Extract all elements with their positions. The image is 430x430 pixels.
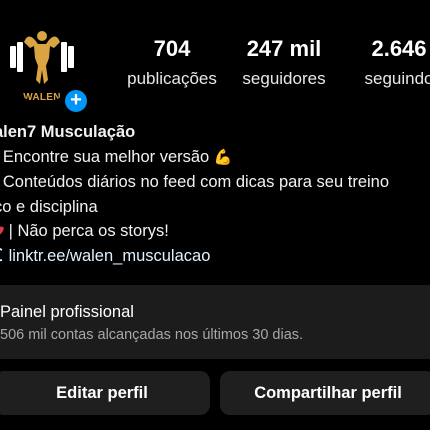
dashboard-subtitle: 506 mil contas alcançadas nos últimos 30…: [0, 327, 304, 343]
bio-line-3: co e disciplina: [0, 197, 98, 216]
bio-line-2: | Conteúdos diários no feed com dicas pa…: [0, 173, 390, 191]
posts-count: 704: [153, 36, 191, 61]
share-profile-button[interactable]: Compartilhar perfil: [220, 371, 430, 415]
following-label: seguindo: [364, 69, 430, 88]
bio-line-4: | Não perca os storys!: [0, 219, 430, 244]
profile-name: alen7 Musculação: [0, 123, 136, 141]
link-icon: [0, 247, 3, 261]
stat-followers[interactable]: 247 mil seguidores: [236, 36, 332, 90]
profile-bio: alen7 Musculação | Encontre sua melhor v…: [0, 120, 430, 268]
followers-label: seguidores: [242, 69, 326, 88]
bio-line-1-text: | Encontre sua melhor versão: [0, 147, 210, 166]
bio-link-text: linktr.ee/walen_musculacao: [8, 246, 211, 265]
flexed-biceps-icon: 💪: [213, 148, 233, 166]
following-count: 2.646: [371, 36, 427, 61]
heart-icon: [0, 226, 4, 235]
bio-link[interactable]: linktr.ee/walen_musculacao: [0, 244, 430, 269]
stat-posts[interactable]: 704 publicações: [120, 36, 224, 90]
edit-profile-button[interactable]: Editar perfil: [0, 371, 210, 415]
professional-dashboard[interactable]: Painel profissional 506 mil contas alcan…: [0, 285, 430, 359]
stat-following[interactable]: 2.646 seguindo: [354, 36, 430, 90]
plus-icon: +: [70, 89, 82, 111]
followers-count: 247 mil: [246, 36, 322, 61]
bio-line-4-text: | Não perca os storys!: [8, 222, 169, 240]
posts-label: publicações: [127, 69, 217, 88]
add-story-button[interactable]: +: [62, 87, 90, 115]
dashboard-title: Painel profissional: [0, 303, 134, 321]
bio-line-1: | Encontre sua melhor versão 💪: [0, 145, 430, 171]
